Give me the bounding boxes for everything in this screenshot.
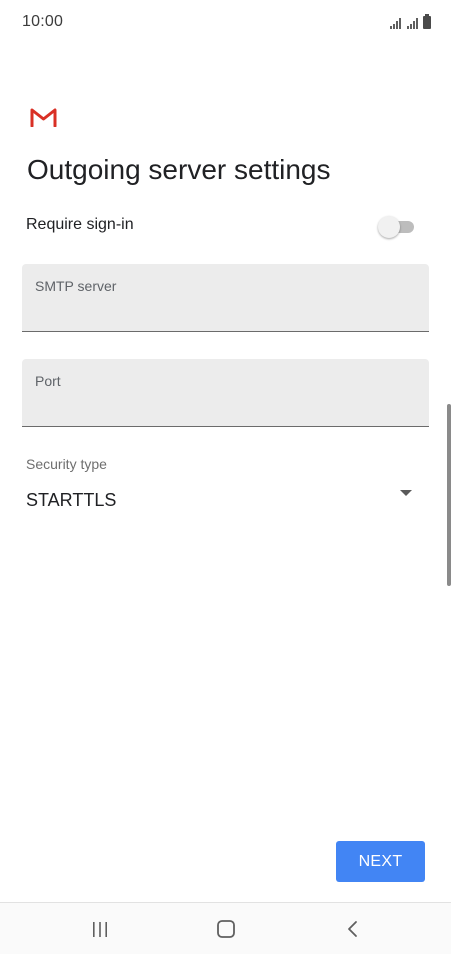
dropdown-arrow-icon	[400, 490, 412, 496]
signal-icon	[390, 17, 401, 29]
recents-icon[interactable]	[80, 911, 120, 947]
port-field[interactable]: Port	[22, 359, 429, 427]
require-signin-label: Require sign-in	[26, 216, 134, 233]
navigation-bar	[0, 902, 451, 954]
page-title: Outgoing server settings	[27, 154, 331, 185]
require-signin-toggle[interactable]	[378, 216, 414, 238]
smtp-server-field[interactable]: SMTP server	[22, 264, 429, 332]
smtp-server-label: SMTP server	[35, 278, 117, 294]
port-label: Port	[35, 373, 61, 389]
status-bar: 10:00	[0, 0, 451, 46]
toggle-thumb	[378, 216, 400, 238]
security-type-label: Security type	[26, 456, 107, 472]
security-type-value: STARTTLS	[26, 490, 117, 510]
home-icon[interactable]	[206, 911, 246, 947]
outgoing-server-settings-screen: 10:00 Outgoing server settings Require s…	[0, 0, 451, 954]
status-time: 10:00	[22, 13, 64, 30]
status-icons	[390, 13, 431, 29]
scrollbar[interactable]	[447, 404, 451, 586]
security-type-dropdown[interactable]: STARTTLS	[26, 482, 418, 518]
signal-icon	[407, 17, 418, 29]
require-signin-row: Require sign-in	[26, 210, 418, 242]
next-button[interactable]: NEXT	[336, 841, 425, 882]
gmail-logo	[30, 108, 57, 127]
back-icon[interactable]	[333, 911, 373, 947]
battery-icon	[423, 14, 431, 29]
